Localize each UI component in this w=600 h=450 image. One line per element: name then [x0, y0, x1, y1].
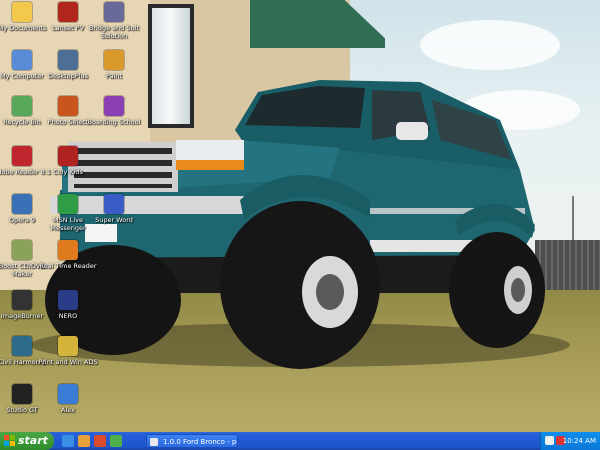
recycle-bin-icon — [12, 96, 32, 116]
desktop-shortcut[interactable]: Super Word — [82, 194, 146, 224]
cards-icon — [104, 2, 124, 22]
harmony-icon — [12, 336, 32, 356]
desktop-shortcut-label: Real Time Reader — [39, 262, 97, 270]
network-icon[interactable] — [545, 436, 554, 445]
desktop-shortcut[interactable]: Real Time Reader — [36, 240, 100, 270]
taskbar-window-button[interactable]: 1.0.0 Ford Bronco - powered... — [146, 434, 238, 448]
desktop-shortcut[interactable]: Boarding School — [82, 96, 146, 126]
side-mirror — [396, 122, 428, 140]
cd-icon — [12, 240, 32, 260]
paint-icon — [104, 50, 124, 70]
desktop-shortcut[interactable]: Bridge and Suit Solution — [82, 2, 146, 40]
desktop-shortcut-label: Bridge and Suit Solution — [88, 24, 140, 40]
start-button[interactable]: start — [0, 432, 54, 450]
kids-icon — [58, 146, 78, 166]
window-app-icon — [150, 438, 158, 446]
nero-icon — [58, 290, 78, 310]
desktop-shortcut-label: Boarding School — [87, 118, 141, 126]
desktop-shortcut[interactable]: Print and Win ADS — [36, 336, 100, 366]
computer-icon — [12, 50, 32, 70]
rear-right-tire — [449, 232, 545, 348]
browser-icon — [12, 194, 32, 214]
start-label: start — [18, 434, 48, 447]
desktop-shortcut[interactable]: Alex — [36, 384, 100, 414]
media-player-icon[interactable] — [78, 435, 90, 447]
windows-logo-icon — [4, 435, 15, 446]
messenger-icon — [58, 194, 78, 214]
desktop-shortcut-label: Paint — [105, 72, 123, 80]
taskbar-window-title: 1.0.0 Ford Bronco - powered... — [163, 438, 237, 446]
game-icon — [104, 96, 124, 116]
taskbar: start 1.0.0 Ford Bronco - powered... 10:… — [0, 432, 600, 450]
turn-signal — [176, 160, 244, 170]
desktop-shortcut-label: Coly Kids — [53, 168, 83, 176]
desktop-shortcut[interactable]: Coly Kids — [36, 146, 100, 176]
messenger-icon[interactable] — [110, 435, 122, 447]
ie-icon[interactable] — [62, 435, 74, 447]
reader-icon — [58, 240, 78, 260]
burner-icon — [12, 290, 32, 310]
desktop-shortcut-label: Super Word — [95, 216, 133, 224]
desktop-icon-grid: My Documents Lanset PV Bridge and Suit Sol… — [0, 0, 140, 432]
printer-icon — [58, 336, 78, 356]
word-icon — [104, 194, 124, 214]
desktop-shortcut[interactable]: Paint — [82, 50, 146, 80]
user-icon — [58, 384, 78, 404]
system-tray: 10:24 AM — [540, 432, 600, 450]
browser-icon[interactable] — [94, 435, 106, 447]
studio-icon — [12, 384, 32, 404]
desktop-shortcut-label: NERO — [58, 312, 78, 320]
folder-documents-icon — [12, 2, 32, 22]
desktop-shortcut-label: Print and Win ADS — [38, 358, 98, 366]
pdf-icon — [12, 146, 32, 166]
desktop-shortcut-label: Alex — [61, 406, 75, 414]
clock: 10:24 AM — [562, 437, 596, 445]
app-icon — [58, 2, 78, 22]
front-right-tire — [220, 201, 380, 369]
photo-icon — [58, 96, 78, 116]
desktop-icon — [58, 50, 78, 70]
desktop-shortcut[interactable]: NERO — [36, 290, 100, 320]
